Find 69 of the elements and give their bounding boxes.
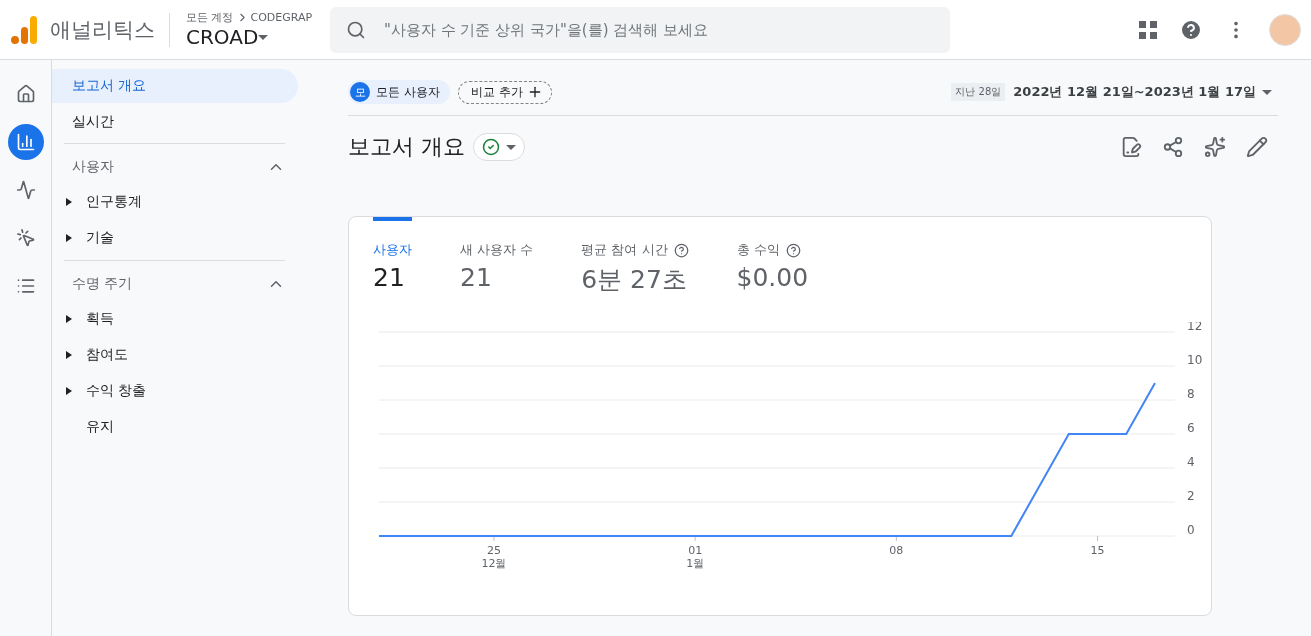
- nav-item[interactable]: 획득: [64, 301, 285, 337]
- product-name: 애널리틱스: [50, 12, 170, 47]
- metric-value: $0.00: [736, 263, 809, 292]
- metric-label: 평균 참여 시간: [581, 241, 668, 259]
- period-label: 지난 28일: [951, 83, 1006, 101]
- bar-chart-icon: [15, 132, 36, 152]
- breadcrumb[interactable]: 모든 계정: [186, 10, 234, 25]
- y-axis-label: 8: [1187, 387, 1195, 401]
- nav-section-header[interactable]: 사용자: [64, 150, 285, 184]
- x-axis-label: 08: [889, 544, 904, 557]
- metric-tab[interactable]: 평균 참여 시간 6분 27초: [581, 217, 689, 296]
- share-icon[interactable]: [1162, 136, 1184, 158]
- metric-label: 새 사용자 수: [460, 241, 534, 259]
- metric-tab[interactable]: 총 수익 $0.00: [736, 217, 809, 296]
- search-icon: [346, 19, 366, 40]
- segment-chip[interactable]: 모 모든 사용자: [348, 80, 450, 104]
- caret-icon: [258, 34, 269, 40]
- metric-value: 6분 27초: [581, 264, 688, 296]
- metric-value: 21: [373, 263, 406, 292]
- logo-icon: [10, 14, 38, 45]
- x-axis-label: 01 1월: [686, 544, 705, 570]
- metric-tab[interactable]: 사용자 21: [373, 217, 412, 296]
- apps-icon[interactable]: [1139, 20, 1157, 39]
- cursor-icon: [15, 228, 36, 248]
- check-circle-icon: [482, 138, 500, 156]
- property-selector[interactable]: CROAD: [186, 25, 326, 49]
- nav-item[interactable]: 인구통계: [64, 184, 285, 220]
- rail-button[interactable]: [7, 124, 44, 160]
- status-dropdown[interactable]: [473, 133, 525, 161]
- search-bar[interactable]: "사용자 수 기준 상위 국가"을(를) 검색해 보세요: [330, 6, 950, 53]
- metric-label: 총 수익: [736, 241, 780, 259]
- report-title: 보고서 개요: [348, 133, 465, 161]
- segment-label: 모든 사용자: [376, 83, 440, 101]
- pencil-icon[interactable]: [1246, 136, 1268, 158]
- y-axis-label: 10: [1187, 353, 1203, 367]
- y-axis-label: 6: [1187, 421, 1195, 435]
- caret-icon: [506, 144, 516, 150]
- y-axis-label: 4: [1187, 455, 1195, 469]
- caret-icon: [66, 315, 72, 323]
- x-axis-label: 25 12월: [481, 544, 507, 570]
- caret-icon: [66, 198, 72, 206]
- insights-icon[interactable]: [1204, 136, 1226, 158]
- nav-section-header[interactable]: 수명 주기: [64, 267, 285, 301]
- caret-icon: [66, 387, 72, 395]
- caret-icon: [66, 351, 72, 359]
- nav-item[interactable]: 실시간: [52, 105, 298, 139]
- list-icon: [15, 276, 36, 296]
- metric-tab[interactable]: 새 사용자 수 21: [460, 217, 534, 296]
- x-axis-label: 15: [1090, 544, 1105, 557]
- segment-badge: 모: [350, 82, 370, 102]
- caret-icon: [1262, 89, 1272, 95]
- help-icon[interactable]: [785, 242, 801, 258]
- home-icon: [15, 84, 36, 104]
- y-axis-label: 2: [1187, 489, 1195, 503]
- help-icon[interactable]: [673, 242, 689, 258]
- nav-item[interactable]: 수익 창출: [64, 373, 285, 409]
- nav-item[interactable]: 보고서 개요: [52, 69, 298, 103]
- edit-report-icon[interactable]: [1120, 136, 1142, 158]
- account-name[interactable]: CODEGRAP: [250, 11, 313, 24]
- caret-icon: [66, 234, 72, 242]
- date-range-selector[interactable]: 2022년 12월 21일~2023년 1월 17일: [1013, 83, 1278, 101]
- search-field[interactable]: "사용자 수 기준 상위 국가"을(를) 검색해 보세요: [382, 19, 934, 40]
- metric-value: 21: [460, 263, 493, 292]
- y-axis-label: 0: [1187, 523, 1195, 537]
- metric-label: 사용자: [373, 241, 412, 259]
- trend-icon: [15, 180, 36, 200]
- nav-item[interactable]: 참여도: [64, 337, 285, 373]
- nav-item[interactable]: 기술: [64, 220, 285, 256]
- nav-item[interactable]: 유지: [64, 409, 285, 445]
